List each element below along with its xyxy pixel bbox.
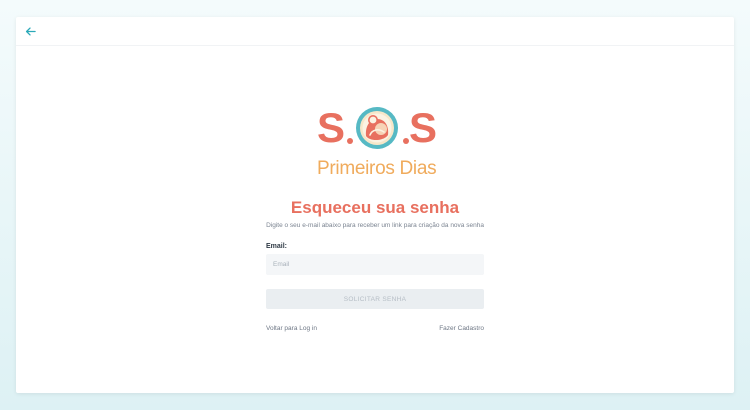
back-to-login-link[interactable]: Voltar para Log in <box>266 324 317 334</box>
page-description: Digite o seu e-mail abaixo para receber … <box>266 222 484 229</box>
logo-wordmark: S S <box>317 104 438 151</box>
top-bar <box>16 17 734 46</box>
logo-letter-left: S <box>317 104 346 151</box>
request-password-button[interactable]: SOLICITAR SENHA <box>266 289 484 309</box>
sos-primeiros-dias-logo: S S Primeiros Dias <box>317 99 438 183</box>
logo-subtitle: Primeiros Dias <box>317 158 437 179</box>
logo-letter-right: S <box>409 104 438 151</box>
email-input[interactable] <box>266 254 484 275</box>
sign-up-link[interactable]: Fazer Cadastro <box>439 324 484 334</box>
email-label: Email: <box>266 243 288 250</box>
back-button[interactable] <box>22 23 38 39</box>
page-title: Esqueceu sua senha <box>290 198 460 217</box>
forgot-password-card: S S Primeiros Dias Esqueceu sua senha Di… <box>16 17 734 393</box>
mother-baby-emblem-icon <box>356 107 398 149</box>
logo-dot-left <box>347 138 353 144</box>
arrow-left-icon <box>25 26 36 36</box>
